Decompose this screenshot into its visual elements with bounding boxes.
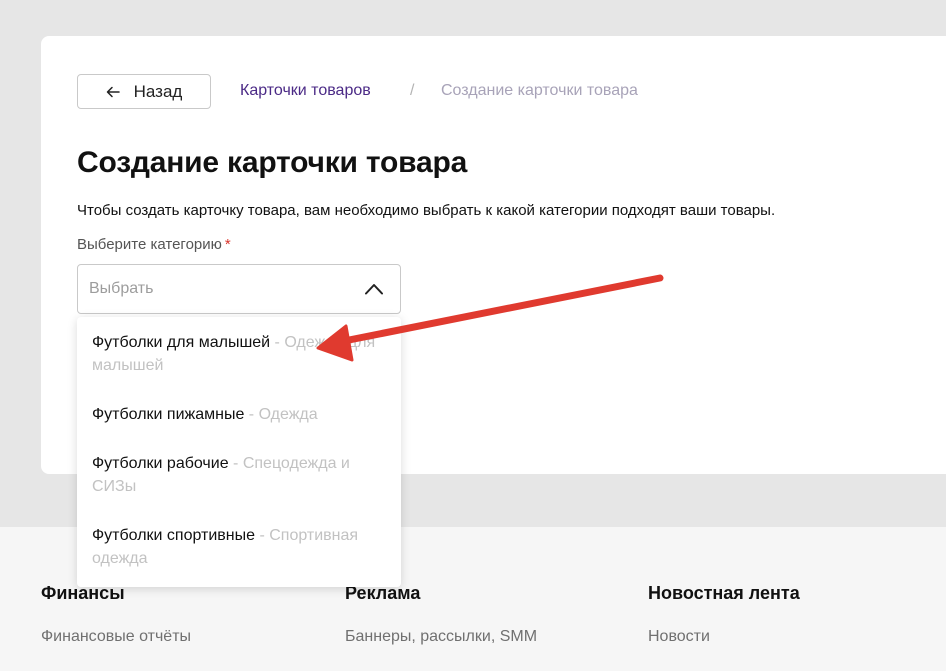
arrow-left-icon <box>106 86 120 97</box>
page-description: Чтобы создать карточку товара, вам необх… <box>77 202 776 219</box>
category-dropdown: Футболки для малышей - Одежда для малыше… <box>77 317 401 587</box>
chevron-up-icon[interactable] <box>364 283 384 295</box>
category-select-placeholder: Выбрать <box>89 280 154 297</box>
dropdown-option-pajama-tshirts[interactable]: Футболки пижамные - Одежда <box>92 403 392 426</box>
option-name: Футболки для малышей <box>92 334 271 351</box>
dropdown-option-baby-tshirts[interactable]: Футболки для малышей - Одежда для малыше… <box>92 331 392 377</box>
back-button[interactable]: Назад <box>77 74 211 109</box>
dropdown-option-sport-tshirts[interactable]: Футболки спортивные - Спортивная одежда <box>92 524 392 570</box>
category-select[interactable]: Выбрать <box>77 264 401 314</box>
footer-heading: Новостная лента <box>648 583 800 603</box>
option-name: Футболки пижамные <box>92 406 245 423</box>
page: Назад Карточки товаров / Создание карточ… <box>0 0 946 671</box>
category-field-label: Выберите категорию * <box>77 236 231 253</box>
breadcrumb-separator: / <box>410 82 415 99</box>
category-label-text: Выберите категорию <box>77 236 222 253</box>
option-category: - Одежда <box>244 406 318 423</box>
required-mark: * <box>224 236 231 253</box>
footer-link[interactable]: Новости <box>648 628 800 646</box>
footer-column-news: Новостная лента Новости <box>648 583 800 646</box>
footer-link[interactable]: Финансовые отчёты <box>41 628 191 646</box>
breadcrumb-current: Создание карточки товара <box>441 82 638 99</box>
footer-column-finance: Финансы Финансовые отчёты <box>41 583 191 646</box>
page-title: Создание карточки товара <box>77 146 468 179</box>
option-name: Футболки рабочие <box>92 455 229 472</box>
footer-column-ads: Реклама Баннеры, рассылки, SMM <box>345 583 537 646</box>
breadcrumb-link-product-cards[interactable]: Карточки товаров <box>240 82 371 100</box>
footer-link[interactable]: Баннеры, рассылки, SMM <box>345 628 537 646</box>
option-name: Футболки спортивные <box>92 527 256 544</box>
back-button-label: Назад <box>133 81 183 101</box>
dropdown-option-work-tshirts[interactable]: Футболки рабочие - Спецодежда и СИЗы <box>92 452 392 498</box>
